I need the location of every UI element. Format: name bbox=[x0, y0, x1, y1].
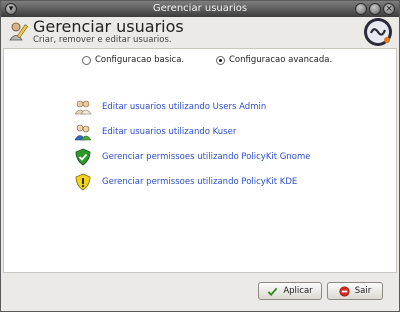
link-policykit-kde-label: Gerenciar permissoes utilizando PolicyKi… bbox=[102, 177, 298, 187]
title-bar[interactable]: ▾ Gerenciar usuarios × bbox=[1, 1, 399, 17]
kuser-icon bbox=[74, 124, 92, 141]
big-logo-icon bbox=[364, 18, 392, 46]
link-users-admin-label: Editar usuarios utilizando Users Admin bbox=[102, 102, 267, 112]
radio-advanced[interactable]: Configuracao avancada. bbox=[216, 55, 332, 65]
link-kuser[interactable]: Editar usuarios utilizando Kuser bbox=[74, 122, 236, 142]
exit-button[interactable]: Sair bbox=[327, 282, 383, 300]
options-panel: Configuracao basica. Configuracao avanca… bbox=[3, 48, 397, 273]
users-admin-icon bbox=[74, 100, 92, 115]
radio-basic-label: Configuracao basica. bbox=[95, 55, 185, 65]
minimize-button[interactable] bbox=[355, 3, 367, 15]
radio-advanced-label: Configuracao avancada. bbox=[229, 55, 333, 65]
link-kuser-label: Editar usuarios utilizando Kuser bbox=[102, 127, 237, 137]
user-edit-icon bbox=[9, 22, 29, 41]
close-button[interactable]: × bbox=[383, 3, 395, 15]
shield-yellow-icon bbox=[75, 173, 91, 191]
shield-green-icon bbox=[75, 148, 91, 166]
link-users-admin[interactable]: Editar usuarios utilizando Users Admin bbox=[74, 97, 266, 117]
header: Gerenciar usuarios Criar, remover e edit… bbox=[1, 17, 399, 47]
radio-advanced-indicator[interactable] bbox=[216, 55, 225, 65]
radio-basic[interactable]: Configuracao basica. bbox=[82, 55, 184, 65]
maximize-button[interactable] bbox=[369, 3, 381, 15]
exit-button-label: Sair bbox=[354, 286, 372, 296]
page-title: Gerenciar usuarios bbox=[33, 17, 184, 36]
footer: Aplicar Sair bbox=[1, 271, 399, 311]
apply-button-label: Aplicar bbox=[283, 286, 313, 296]
link-policykit-kde[interactable]: Gerenciar permissoes utilizando PolicyKi… bbox=[74, 172, 297, 192]
window-menu-button[interactable]: ▾ bbox=[5, 3, 17, 15]
link-policykit-gnome[interactable]: Gerenciar permissoes utilizando PolicyKi… bbox=[74, 147, 310, 167]
stop-icon bbox=[339, 285, 350, 297]
window-title: Gerenciar usuarios bbox=[152, 3, 248, 14]
check-icon bbox=[268, 287, 278, 296]
radio-basic-indicator[interactable] bbox=[82, 55, 91, 65]
app-window: ▾ Gerenciar usuarios × Gerenciar usuario… bbox=[0, 0, 400, 312]
link-policykit-gnome-label: Gerenciar permissoes utilizando PolicyKi… bbox=[102, 152, 311, 162]
page-subtitle: Criar, remover e editar usuarios. bbox=[33, 35, 172, 45]
apply-button[interactable]: Aplicar bbox=[258, 282, 322, 300]
